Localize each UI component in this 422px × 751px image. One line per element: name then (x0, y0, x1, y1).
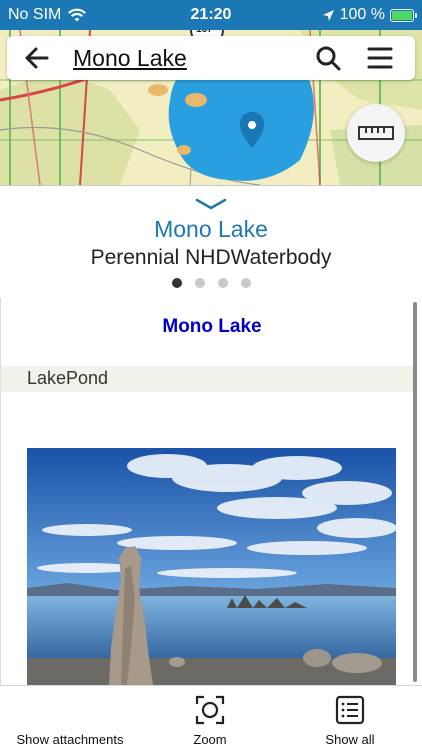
list-icon (335, 695, 365, 725)
page-dot-3[interactable] (217, 278, 228, 288)
zoom-button[interactable]: Zoom (155, 686, 265, 751)
page-indicator[interactable] (0, 278, 422, 288)
title-bar: Mono Lake (7, 36, 415, 80)
scrollbar[interactable] (413, 302, 417, 682)
chevron-down-icon[interactable] (195, 198, 227, 210)
measure-button[interactable] (347, 104, 405, 162)
battery-group: 100 % (322, 6, 417, 24)
location-arrow-icon (322, 9, 334, 21)
status-bar: No SIM 21:20 100 % (0, 0, 422, 30)
show-all-label: Show all (325, 732, 375, 747)
popup-subtitle: Perennial NHDWaterbody (90, 246, 332, 269)
page-dot-4[interactable] (240, 278, 251, 288)
type-row: LakePond (1, 366, 413, 392)
page-dot-2[interactable] (194, 278, 205, 288)
feature-type-value: LakePond (27, 368, 109, 388)
lake-photo-graphic (27, 448, 396, 685)
ruler-icon (358, 126, 394, 140)
back-arrow-icon[interactable] (23, 44, 51, 72)
popup-content[interactable]: Mono Lake LakePond (0, 298, 422, 685)
battery-percent: 100 % (339, 6, 385, 23)
menu-icon[interactable] (367, 46, 393, 70)
feature-title-link[interactable]: Mono Lake (73, 45, 187, 72)
show-attachments-label: Show attachments (16, 732, 124, 747)
show-attachments-button[interactable]: Show attachments (0, 686, 140, 751)
popup-header[interactable]: Mono Lake Perennial NHDWaterbody (0, 185, 422, 299)
show-all-button[interactable]: Show all (300, 686, 400, 751)
battery-icon (390, 8, 417, 22)
bottom-toolbar: Show attachments Zoom Show all (0, 685, 422, 751)
popup-title: Mono Lake (154, 216, 268, 242)
lake-photo[interactable] (27, 448, 396, 685)
page-dot-1[interactable] (171, 278, 182, 288)
content-title: Mono Lake (162, 316, 262, 337)
zoom-label: Zoom (193, 732, 227, 747)
search-icon[interactable] (315, 45, 341, 71)
zoom-target-icon (195, 695, 225, 725)
